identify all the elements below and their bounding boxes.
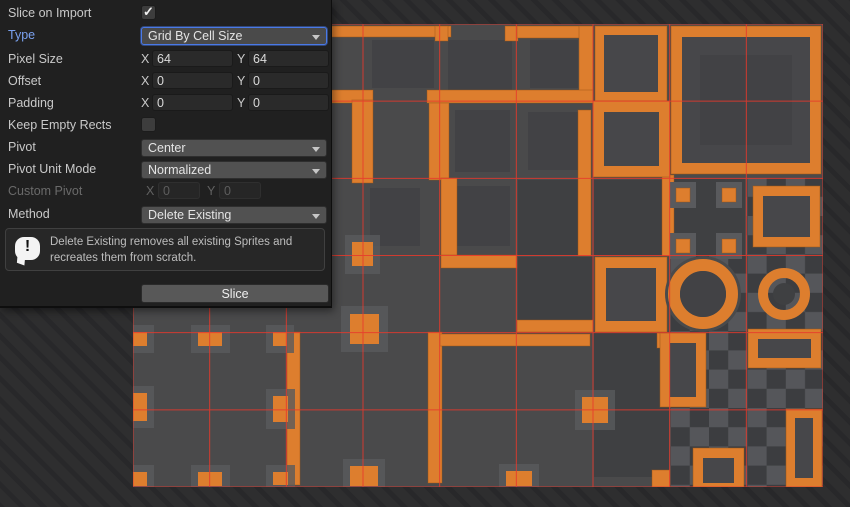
x-axis-label: X	[141, 52, 149, 66]
custom-pivot-label: Custom Pivot	[8, 184, 82, 198]
y-axis-label: Y	[237, 96, 245, 110]
row-pixel-size: Pixel Size X Y	[0, 50, 331, 70]
checkmark-icon: ✓	[143, 4, 154, 20]
row-pivot-unit-mode: Pivot Unit Mode Normalized	[0, 160, 331, 180]
offset-label: Offset	[8, 74, 41, 88]
pivot-dropdown[interactable]: Center	[141, 139, 327, 157]
y-axis-label: Y	[237, 52, 245, 66]
padding-label: Padding	[8, 96, 54, 110]
padding-x-field[interactable]	[152, 94, 233, 111]
pixel-size-x-field[interactable]	[152, 50, 233, 67]
method-dropdown[interactable]: Delete Existing	[141, 206, 327, 224]
y-axis-label: Y	[237, 74, 245, 88]
custom-pivot-y-field	[219, 182, 261, 199]
row-pivot: Pivot Center	[0, 138, 331, 158]
x-axis-label: X	[146, 184, 154, 198]
pivot-unit-mode-dropdown[interactable]: Normalized	[141, 161, 327, 179]
type-dropdown[interactable]: Grid By Cell Size	[141, 27, 327, 45]
x-axis-label: X	[141, 74, 149, 88]
method-info-text: Delete Existing removes all existing Spr…	[50, 234, 318, 266]
chevron-down-icon	[312, 214, 320, 219]
y-axis-label: Y	[207, 184, 215, 198]
warning-bubble-icon: !	[15, 237, 40, 260]
row-custom-pivot: Custom Pivot X Y	[0, 182, 331, 202]
pixel-size-label: Pixel Size	[8, 52, 63, 66]
chevron-down-icon	[312, 169, 320, 174]
chevron-down-icon	[312, 147, 320, 152]
pivot-dropdown-value: Center	[148, 141, 186, 155]
x-axis-label: X	[141, 96, 149, 110]
slice-panel: Slice on Import ✓ Type Grid By Cell Size…	[0, 0, 332, 308]
type-dropdown-value: Grid By Cell Size	[148, 29, 242, 43]
row-slice-on-import: Slice on Import ✓	[0, 4, 331, 24]
slice-on-import-checkbox[interactable]: ✓	[141, 5, 156, 20]
type-label: Type	[8, 28, 35, 42]
chevron-down-icon	[312, 35, 320, 40]
pivot-label: Pivot	[8, 140, 36, 154]
method-label: Method	[8, 207, 50, 221]
row-offset: Offset X Y	[0, 72, 331, 92]
method-dropdown-value: Delete Existing	[148, 208, 231, 222]
row-padding: Padding X Y	[0, 94, 331, 114]
row-method: Method Delete Existing	[0, 205, 331, 225]
offset-x-field[interactable]	[152, 72, 233, 89]
padding-y-field[interactable]	[248, 94, 329, 111]
keep-empty-rects-checkbox[interactable]	[141, 117, 156, 132]
keep-empty-rects-label: Keep Empty Rects	[8, 118, 112, 132]
row-keep-empty-rects: Keep Empty Rects	[0, 116, 331, 136]
method-info-box: ! Delete Existing removes all existing S…	[5, 228, 325, 271]
offset-y-field[interactable]	[248, 72, 329, 89]
pivot-unit-mode-label: Pivot Unit Mode	[8, 162, 96, 176]
sprite-editor-window: Slice on Import ✓ Type Grid By Cell Size…	[0, 0, 850, 507]
pixel-size-y-field[interactable]	[248, 50, 329, 67]
row-type: Type Grid By Cell Size	[0, 26, 331, 46]
slice-button[interactable]: Slice	[141, 284, 329, 303]
custom-pivot-x-field	[158, 182, 200, 199]
slice-on-import-label: Slice on Import	[8, 6, 91, 20]
pivot-unit-mode-dropdown-value: Normalized	[148, 163, 211, 177]
